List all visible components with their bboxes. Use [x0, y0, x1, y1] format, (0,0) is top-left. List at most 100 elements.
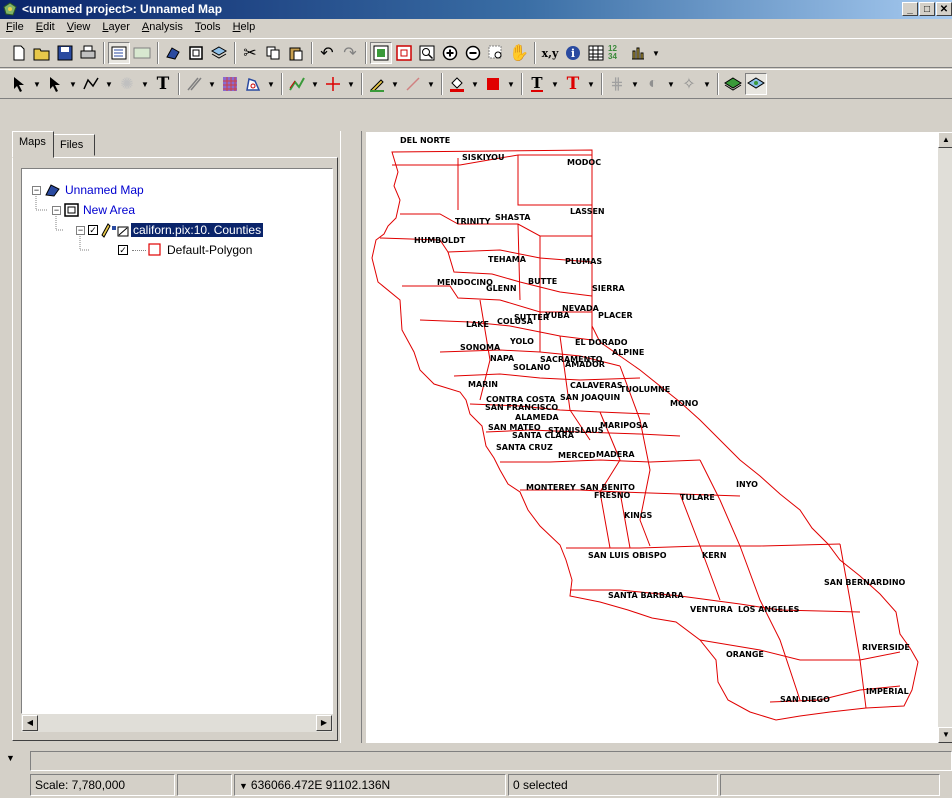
tree-node-area[interactable]: − New Area	[52, 201, 135, 219]
tree-node-layer[interactable]: − ✓ californ.pix:10. Counties	[76, 221, 264, 239]
scroll-up-icon[interactable]: ▲	[938, 132, 952, 148]
info-icon[interactable]: i	[562, 42, 584, 64]
minimize-button[interactable]: _	[902, 2, 918, 16]
menu-layer[interactable]: Layer	[96, 19, 136, 37]
symbol-icon[interactable]	[286, 73, 308, 95]
menu-analysis[interactable]: Analysis	[136, 19, 189, 37]
county-label: BUTTE	[528, 277, 557, 286]
chevron-down-icon[interactable]: ▼	[345, 73, 357, 95]
print-icon[interactable]	[77, 42, 99, 64]
node-icon[interactable]: ✧	[678, 73, 700, 95]
coordinate-readout[interactable]: ▼ 636066.472E 91102.136N	[234, 774, 506, 796]
point-icon[interactable]: ✺	[116, 73, 138, 95]
scroll-left-icon[interactable]: ◀	[22, 715, 38, 731]
tree-node-style[interactable]: ✓ Default-Polygon	[118, 241, 252, 259]
zoom-layer-icon[interactable]	[393, 42, 415, 64]
polygon-style-icon[interactable]	[242, 73, 264, 95]
panel-toggle-icon[interactable]: ▼	[6, 753, 15, 763]
style-visible-checkbox[interactable]: ✓	[118, 245, 128, 255]
chevron-down-icon[interactable]: ▼	[701, 73, 713, 95]
chevron-down-icon[interactable]: ▼	[67, 73, 79, 95]
line-style-icon[interactable]	[183, 73, 205, 95]
text-color-icon[interactable]: T	[526, 73, 548, 95]
chevron-down-icon[interactable]: ▼	[549, 73, 561, 95]
layer-visible-checkbox[interactable]: ✓	[88, 225, 98, 235]
zoom-out-icon[interactable]	[462, 42, 484, 64]
fill-bucket-icon[interactable]	[446, 73, 468, 95]
chevron-down-icon[interactable]: ▼	[505, 73, 517, 95]
menu-edit[interactable]: Edit	[30, 19, 61, 37]
menu-help[interactable]: Help	[227, 19, 262, 37]
chevron-down-icon[interactable]: ▼	[31, 73, 43, 95]
close-button[interactable]: ✕	[936, 2, 952, 16]
chevron-down-icon[interactable]: ▼	[239, 781, 248, 791]
chevron-down-icon[interactable]: ▼	[425, 73, 437, 95]
menu-view[interactable]: View	[61, 19, 97, 37]
polyline-icon[interactable]	[80, 73, 102, 95]
text-style-icon[interactable]: T	[562, 73, 584, 95]
fill-pattern-icon[interactable]	[219, 73, 241, 95]
menu-tools[interactable]: Tools	[189, 19, 227, 37]
pencil-icon[interactable]	[366, 73, 388, 95]
paste-icon[interactable]	[285, 42, 307, 64]
legend-icon[interactable]	[131, 42, 153, 64]
chevron-down-icon[interactable]: ▼	[265, 73, 277, 95]
zoom-window-icon[interactable]	[416, 42, 438, 64]
california-map[interactable]: DEL NORTE SISKIYOU MODOC TRINITY SHASTA …	[366, 132, 938, 743]
circle-point-icon[interactable]: ◐	[642, 73, 664, 95]
horizontal-scrollbar[interactable]: ◀ ▶	[21, 714, 333, 732]
chevron-down-icon[interactable]: ▼	[206, 73, 218, 95]
open-folder-icon[interactable]	[31, 42, 53, 64]
maximize-button[interactable]: □	[919, 2, 935, 16]
show-tree-icon[interactable]	[108, 42, 130, 64]
pan-hand-icon[interactable]: ✋	[508, 42, 530, 64]
panel-splitter[interactable]	[340, 131, 362, 743]
layer-view-icon[interactable]	[722, 73, 744, 95]
collapse-icon[interactable]: −	[76, 225, 85, 235]
scroll-right-icon[interactable]: ▶	[316, 715, 332, 731]
map-view[interactable]: DEL NORTE SISKIYOU MODOC TRINITY SHASTA …	[366, 132, 938, 743]
vertex-arrow-icon[interactable]	[44, 73, 66, 95]
zoom-rect-icon[interactable]	[485, 42, 507, 64]
save-icon[interactable]	[54, 42, 76, 64]
select-arrow-icon[interactable]	[8, 73, 30, 95]
zoom-in-icon[interactable]	[439, 42, 461, 64]
new-file-icon[interactable]	[8, 42, 30, 64]
tree-node-map[interactable]: − Unnamed Map	[32, 181, 144, 199]
copy-icon[interactable]	[262, 42, 284, 64]
chevron-down-icon[interactable]: ▼	[309, 73, 321, 95]
numbers-icon[interactable]: 12 34	[608, 42, 626, 64]
tab-files[interactable]: Files	[53, 134, 95, 156]
chart-icon[interactable]	[627, 42, 649, 64]
tab-maps[interactable]: Maps	[12, 131, 54, 158]
line-color-icon[interactable]	[402, 73, 424, 95]
undo-icon[interactable]: ↶	[316, 42, 338, 64]
vertical-scrollbar[interactable]: ▲ ▼	[938, 132, 952, 743]
collapse-icon[interactable]: −	[52, 205, 61, 215]
menu-file[interactable]: File	[0, 19, 30, 37]
selection-count: 0 selected	[508, 774, 718, 796]
cut-icon[interactable]: ✂	[239, 42, 261, 64]
chevron-down-icon[interactable]: ▼	[585, 73, 597, 95]
chevron-down-icon[interactable]: ▼	[139, 73, 151, 95]
zoom-extent-icon[interactable]	[370, 42, 392, 64]
layers-icon[interactable]	[208, 42, 230, 64]
chevron-down-icon[interactable]: ▼	[469, 73, 481, 95]
chevron-down-icon[interactable]: ▼	[629, 73, 641, 95]
chevron-down-icon[interactable]: ▼	[665, 73, 677, 95]
grid-icon[interactable]: ⋕	[606, 73, 628, 95]
xy-coordinate-icon[interactable]: x,y	[539, 42, 561, 64]
raster-view-icon[interactable]	[745, 73, 767, 95]
table-icon[interactable]	[585, 42, 607, 64]
chevron-down-icon[interactable]: ▼	[389, 73, 401, 95]
chevron-down-icon[interactable]: ▼	[103, 73, 115, 95]
scroll-down-icon[interactable]: ▼	[938, 727, 952, 743]
map-icon[interactable]	[162, 42, 184, 64]
redo-icon[interactable]: ↷	[339, 42, 361, 64]
collapse-icon[interactable]: −	[32, 185, 41, 195]
crosshair-icon[interactable]	[322, 73, 344, 95]
area-icon[interactable]	[185, 42, 207, 64]
chevron-down-icon[interactable]: ▼	[650, 42, 662, 64]
text-tool-icon[interactable]: T	[152, 73, 174, 95]
fill-color-icon[interactable]	[482, 73, 504, 95]
